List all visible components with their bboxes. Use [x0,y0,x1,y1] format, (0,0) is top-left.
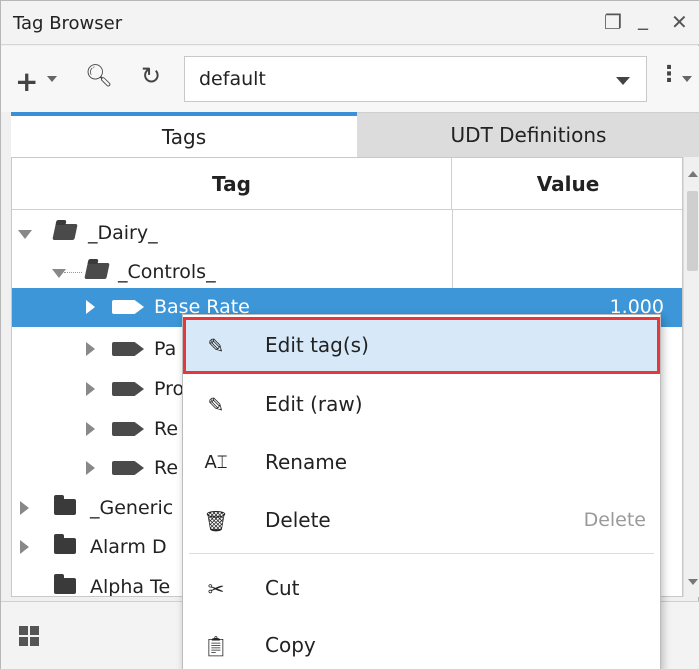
add-tag-icon[interactable]: + [15,68,38,96]
collapse-arrow-icon[interactable] [86,382,95,396]
context-menu: ✎ Edit tag(s) ✎ Edit (raw) A⌶ Rename 🗑︎ … [182,314,661,669]
open-folder-icon [84,263,110,279]
tree-row-label: Alarm D [90,536,167,558]
tag-icon [112,300,144,314]
tree-row-label: Alpha Te [90,576,171,597]
search-icon[interactable]: 🔍︎ [85,66,113,88]
vertical-scrollbar[interactable] [683,157,699,597]
menu-item-delete[interactable]: 🗑︎ Delete Delete [183,492,660,549]
tab-tags[interactable]: Tags [11,112,357,157]
trash-icon: 🗑︎ [203,509,229,533]
tag-browser-window: Tag Browser ❐ _ ✕ + 🔍︎ ↻ ⋮ default Tags … [0,0,699,669]
collapse-arrow-icon[interactable] [86,300,95,314]
tag-icon [112,422,144,436]
column-header-tag[interactable]: Tag [12,158,452,210]
menu-separator [189,553,654,554]
menu-item-label: Edit tag(s) [265,333,369,357]
minimize-icon[interactable]: _ [638,6,648,30]
rename-icon: A⌶ [204,452,228,473]
chevron-down-icon [616,77,630,85]
grid-view-icon[interactable] [19,626,39,646]
tree-row-label: Pro [154,378,185,400]
tree-row-label: Pa [154,338,177,360]
collapse-arrow-icon[interactable] [20,540,29,554]
folder-icon [54,534,76,554]
pencil-icon: ✎ [207,334,225,358]
tag-icon [112,342,144,356]
menu-item-label: Delete [265,508,331,532]
open-folder-icon [52,224,78,240]
title-bar: Tag Browser ❐ _ ✕ [1,1,699,45]
scissors-icon: ✂︎ [207,577,225,601]
collapse-arrow-icon[interactable] [20,501,29,515]
expand-arrow-icon[interactable] [18,230,32,239]
scroll-down-icon[interactable] [688,579,698,585]
menu-item-label: Copy [265,633,316,657]
tab-bar: Tags UDT Definitions [11,112,699,157]
menu-item-label: Cut [265,576,300,600]
tree-row-label: _Controls_ [118,261,216,283]
scroll-up-icon[interactable] [688,171,698,177]
clipboard-icon: 📋︎ [203,634,229,658]
tag-provider-value: default [199,68,266,90]
menu-item-edit-raw[interactable]: ✎ Edit (raw) [183,376,660,433]
expand-arrow-icon[interactable] [52,269,66,278]
tree-row-label: Re [154,457,179,479]
tree-row-dairy[interactable]: _Dairy_ [12,214,682,253]
collapse-arrow-icon[interactable] [86,461,95,475]
tree-row-label: _Dairy_ [88,222,158,244]
collapse-arrow-icon[interactable] [86,342,95,356]
collapse-arrow-icon[interactable] [86,422,95,436]
tree-row-label: _Generic [90,497,174,519]
refresh-icon[interactable]: ↻ [141,64,161,88]
more-options-chevron-icon[interactable] [682,76,692,82]
folder-icon [54,574,76,594]
tree-row-controls[interactable]: _Controls_ [12,253,682,292]
menu-item-edit-tags[interactable]: ✎ Edit tag(s) [183,317,660,374]
float-window-icon[interactable]: ❐ [604,10,622,34]
pencil-icon: ✎ [207,393,225,417]
column-header-value[interactable]: Value [452,158,682,210]
menu-item-rename[interactable]: A⌶ Rename [183,434,660,491]
tag-provider-select[interactable]: default [184,56,647,102]
tab-udt-definitions[interactable]: UDT Definitions [357,112,699,157]
tag-icon [112,461,144,475]
scroll-thumb[interactable] [687,191,698,271]
close-icon[interactable]: ✕ [671,10,688,34]
folder-icon [54,495,76,515]
tag-icon [112,382,144,396]
add-dropdown-chevron-icon[interactable] [47,76,57,82]
tree-connector [64,272,82,273]
more-options-icon[interactable]: ⋮ [658,64,680,86]
menu-item-cut[interactable]: ✂︎ Cut [183,560,660,617]
window-title: Tag Browser [13,13,123,34]
menu-item-label: Rename [265,450,348,474]
tree-row-label: Re [154,418,179,440]
menu-item-label: Edit (raw) [265,392,363,416]
menu-item-shortcut: Delete [583,509,646,531]
menu-item-copy[interactable]: 📋︎ Copy [183,617,660,669]
